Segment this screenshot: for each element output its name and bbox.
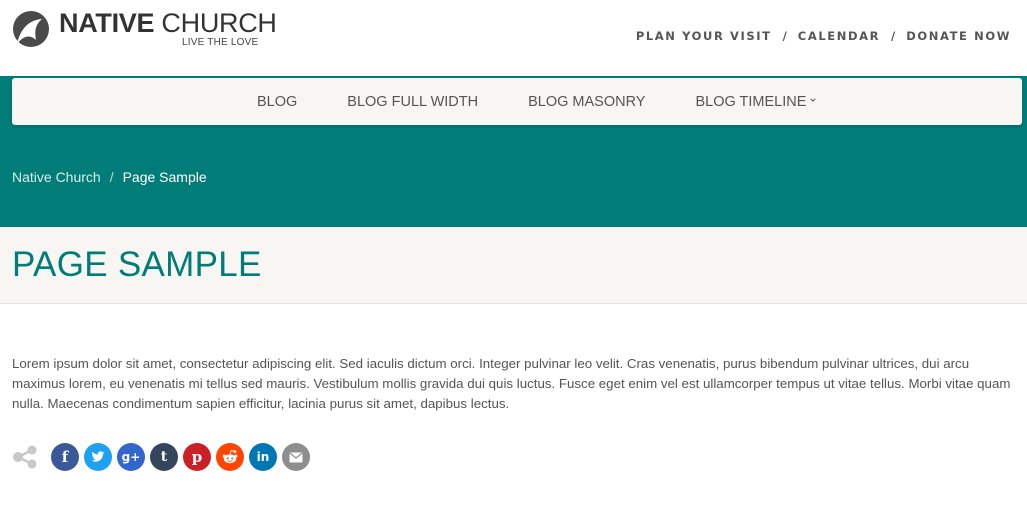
nav-item-blog-masonry[interactable]: BLOG MASONRY <box>528 94 645 110</box>
breadcrumb: Native Church / Page Sample <box>12 169 207 185</box>
top-links: PLAN YOUR VISIT / CALENDAR / DONATE NOW <box>636 29 1011 43</box>
donate-now-link[interactable]: DONATE NOW <box>906 29 1011 43</box>
tumblr-icon[interactable]: t <box>150 443 178 471</box>
nav-item-blog-timeline[interactable]: BLOG TIMELINE <box>695 94 817 110</box>
site-logo[interactable]: NATIVE CHURCH LIVE THE LOVE <box>12 9 277 51</box>
nav-item-blog-full-width[interactable]: BLOG FULL WIDTH <box>347 94 478 110</box>
nav-item-blog[interactable]: BLOG <box>257 94 297 110</box>
linkedin-icon[interactable]: in <box>249 443 277 471</box>
pinterest-icon[interactable]: p <box>183 443 211 471</box>
logo-tagline: LIVE THE LOVE <box>182 37 259 48</box>
facebook-icon[interactable]: f <box>51 443 79 471</box>
share-bar: f g+ t p in <box>12 443 315 471</box>
page-title-band: PAGE SAMPLE <box>0 227 1027 304</box>
breadcrumb-home-link[interactable]: Native Church <box>12 169 101 185</box>
main-nav: BLOG BLOG FULL WIDTH BLOG MASONRY BLOG T… <box>12 78 1022 125</box>
breadcrumb-separator: / <box>109 169 114 185</box>
google-plus-icon[interactable]: g+ <box>117 443 145 471</box>
logo-name: NATIVE CHURCH <box>59 8 277 38</box>
share-icon <box>13 445 37 469</box>
top-link-separator: / <box>891 29 896 43</box>
email-icon[interactable] <box>282 443 310 471</box>
chevron-down-icon <box>810 98 817 102</box>
page-body-text: Lorem ipsum dolor sit amet, consectetur … <box>12 356 1011 411</box>
site-header: NATIVE CHURCH LIVE THE LOVE PLAN YOUR VI… <box>0 0 1027 76</box>
logo-icon <box>13 11 49 47</box>
top-link-separator: / <box>782 29 787 43</box>
breadcrumb-current: Page Sample <box>122 169 207 185</box>
reddit-icon[interactable] <box>216 443 244 471</box>
plan-your-visit-link[interactable]: PLAN YOUR VISIT <box>636 29 772 43</box>
page-title: PAGE SAMPLE <box>12 245 262 284</box>
calendar-link[interactable]: CALENDAR <box>798 29 880 43</box>
twitter-icon[interactable] <box>84 443 112 471</box>
